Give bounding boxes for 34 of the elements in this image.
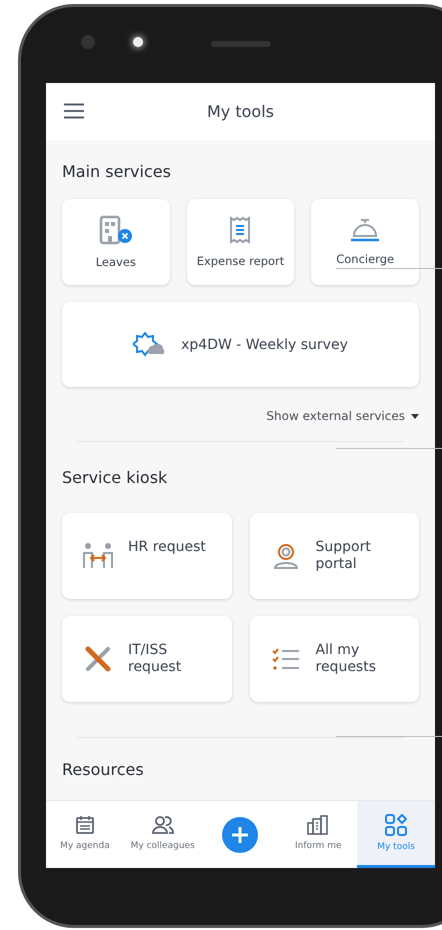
tools-icon <box>84 645 112 673</box>
headset-person-icon <box>272 542 298 570</box>
section-title: Resources <box>62 760 144 779</box>
kiosk-tile[interactable]: IT/ISS request <box>62 616 232 702</box>
building-icon <box>98 215 133 245</box>
apps-icon <box>385 814 408 836</box>
people-icon <box>150 815 175 835</box>
section-title: Service kiosk <box>62 468 168 487</box>
people-exchange-icon <box>82 542 114 570</box>
add-button[interactable] <box>222 816 258 852</box>
buildings-icon <box>307 815 330 835</box>
kiosk-tile[interactable]: Support portal <box>250 513 419 599</box>
kiosk-tile[interactable]: HR request <box>62 513 232 599</box>
section-title: Main services <box>62 162 171 181</box>
service-bell-icon <box>350 218 380 242</box>
service-tile[interactable]: Concierge <box>311 199 419 285</box>
nav-tab[interactable]: My agenda <box>46 801 124 868</box>
sensor-icon <box>133 37 143 47</box>
speaker-grille <box>211 41 271 47</box>
service-tile[interactable]: Leaves <box>62 199 170 285</box>
menu-icon[interactable] <box>64 103 84 119</box>
service-tile[interactable]: Expense report <box>186 199 294 285</box>
nav-tab[interactable]: Inform me <box>279 801 358 868</box>
kiosk-tile[interactable]: All my requests <box>250 616 419 702</box>
survey-tile[interactable]: xp4DW - Weekly survey <box>62 302 419 387</box>
show-external-services-link[interactable]: Show external services <box>266 409 419 423</box>
page-title: My tools <box>207 102 274 121</box>
camera-icon <box>81 35 95 49</box>
calendar-icon <box>74 815 95 835</box>
sun-cloud-icon <box>133 332 168 358</box>
plus-icon <box>232 826 248 842</box>
nav-tab[interactable]: My colleagues <box>124 801 202 868</box>
checklist-icon <box>272 647 300 671</box>
receipt-icon <box>229 216 252 244</box>
